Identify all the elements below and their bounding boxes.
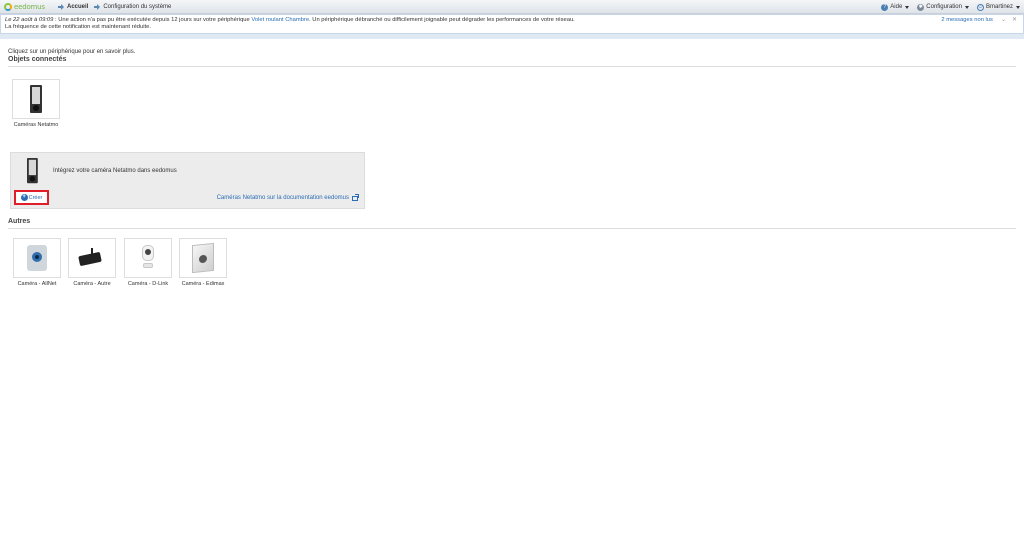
- separator-strip: [0, 34, 1024, 39]
- documentation-link[interactable]: Caméras Netatmo sur la documentation eed…: [216, 193, 359, 201]
- device-link[interactable]: Volet roulant Chambre: [251, 17, 309, 23]
- logo-ring-icon: [4, 2, 12, 11]
- nav-system-config[interactable]: Configuration du système: [94, 3, 172, 10]
- main-content: Cliquez sur un périphérique pour en savo…: [8, 49, 1016, 67]
- plus-icon: +: [20, 194, 28, 201]
- tile-label: Caméra - AllNet: [17, 281, 57, 287]
- notification-date: Le 22 août à 09:09: [5, 17, 54, 23]
- others-title: Autres: [8, 218, 1016, 229]
- create-button[interactable]: + Créer: [14, 190, 49, 205]
- panel-thumb: [27, 158, 39, 186]
- chevron-down-icon[interactable]: ⌄: [1001, 17, 1006, 24]
- netatmo-info-panel: Intégrez votre caméra Netatmo dans eedom…: [10, 152, 365, 209]
- others-section: Autres: [8, 217, 1016, 229]
- gear-icon: ✱: [917, 3, 925, 11]
- configuration-label: Configuration: [926, 4, 962, 10]
- power-icon: ⏻: [976, 3, 984, 11]
- tile-thumb: [68, 238, 116, 278]
- create-label: Créer: [28, 194, 43, 201]
- panel-description: Intégrez votre caméra Netatmo dans eedom…: [53, 168, 177, 174]
- nav-home[interactable]: Accueil: [58, 3, 89, 10]
- tile-thumb: [124, 238, 172, 278]
- user-label: Bmartinez: [985, 4, 1013, 10]
- tile-label: Caméras Netatmo: [13, 122, 59, 128]
- caret-down-icon: [905, 5, 910, 9]
- tile-dlink[interactable]: Caméra - D-Link: [124, 238, 172, 288]
- notification-banner: Le 22 août à 09:09 : Une action n'a pas …: [0, 14, 1024, 34]
- help-menu[interactable]: ? Aide: [881, 3, 910, 11]
- generic-camera-icon: [77, 248, 107, 267]
- tile-thumb: [179, 238, 227, 278]
- notification-text-after: . Un périphérique débranché ou difficile…: [309, 17, 575, 23]
- user-menu[interactable]: ⏻ Bmartinez: [976, 3, 1020, 11]
- logo-text: eedomus: [14, 2, 45, 11]
- dlink-camera-icon: [140, 245, 156, 271]
- tile-autre[interactable]: Caméra - Autre: [68, 238, 116, 288]
- nav-home-label: Accueil: [67, 3, 89, 10]
- arrow-right-icon: [58, 3, 64, 10]
- help-icon: ?: [881, 3, 889, 11]
- tile-netatmo[interactable]: Caméras Netatmo: [12, 79, 60, 129]
- netatmo-camera-icon: [30, 85, 42, 113]
- notification-line2: La fréquence de cette notification est m…: [5, 24, 151, 30]
- tile-allnet[interactable]: Caméra - AllNet: [13, 238, 61, 288]
- allnet-camera-icon: [27, 245, 47, 271]
- close-icon[interactable]: ✕: [1012, 17, 1017, 24]
- connected-objects-title: Objets connectés: [8, 56, 1016, 67]
- eedomus-logo[interactable]: eedomus: [4, 2, 58, 11]
- edimax-camera-icon: [192, 242, 214, 274]
- nav-system-config-label: Configuration du système: [103, 3, 172, 10]
- hint-text: Cliquez sur un périphérique pour en savo…: [8, 49, 136, 55]
- documentation-link-label: Caméras Netatmo sur la documentation eed…: [216, 195, 349, 201]
- notification-text: : Une action n'a pas pu être exécutée de…: [53, 17, 252, 23]
- top-bar: eedomus Accueil Configuration du système…: [0, 0, 1024, 14]
- caret-down-icon: [1016, 5, 1020, 9]
- tile-label: Caméra - D-Link: [127, 281, 169, 287]
- unread-messages-link[interactable]: 2 messages non lus: [941, 17, 993, 24]
- tile-edimax[interactable]: Caméra - Edimax: [179, 238, 227, 288]
- help-label: Aide: [890, 4, 903, 10]
- tile-thumb: [12, 79, 60, 119]
- tile-label: Caméra - Autre: [73, 281, 111, 287]
- notification-line1: Le 22 août à 09:09 : Une action n'a pas …: [5, 17, 1019, 24]
- external-link-icon: [352, 193, 359, 201]
- top-right-menu: ? Aide ✱ Configuration ⏻ Bmartinez: [873, 0, 1020, 14]
- notification-controls: 2 messages non lus ⌄ ✕: [941, 17, 1017, 24]
- caret-down-icon: [964, 5, 969, 9]
- configuration-menu[interactable]: ✱ Configuration: [917, 3, 969, 11]
- netatmo-camera-icon: [27, 158, 38, 184]
- arrow-right-icon: [94, 3, 101, 10]
- tile-thumb: [13, 238, 61, 278]
- tile-label: Caméra - Edimax: [181, 281, 225, 287]
